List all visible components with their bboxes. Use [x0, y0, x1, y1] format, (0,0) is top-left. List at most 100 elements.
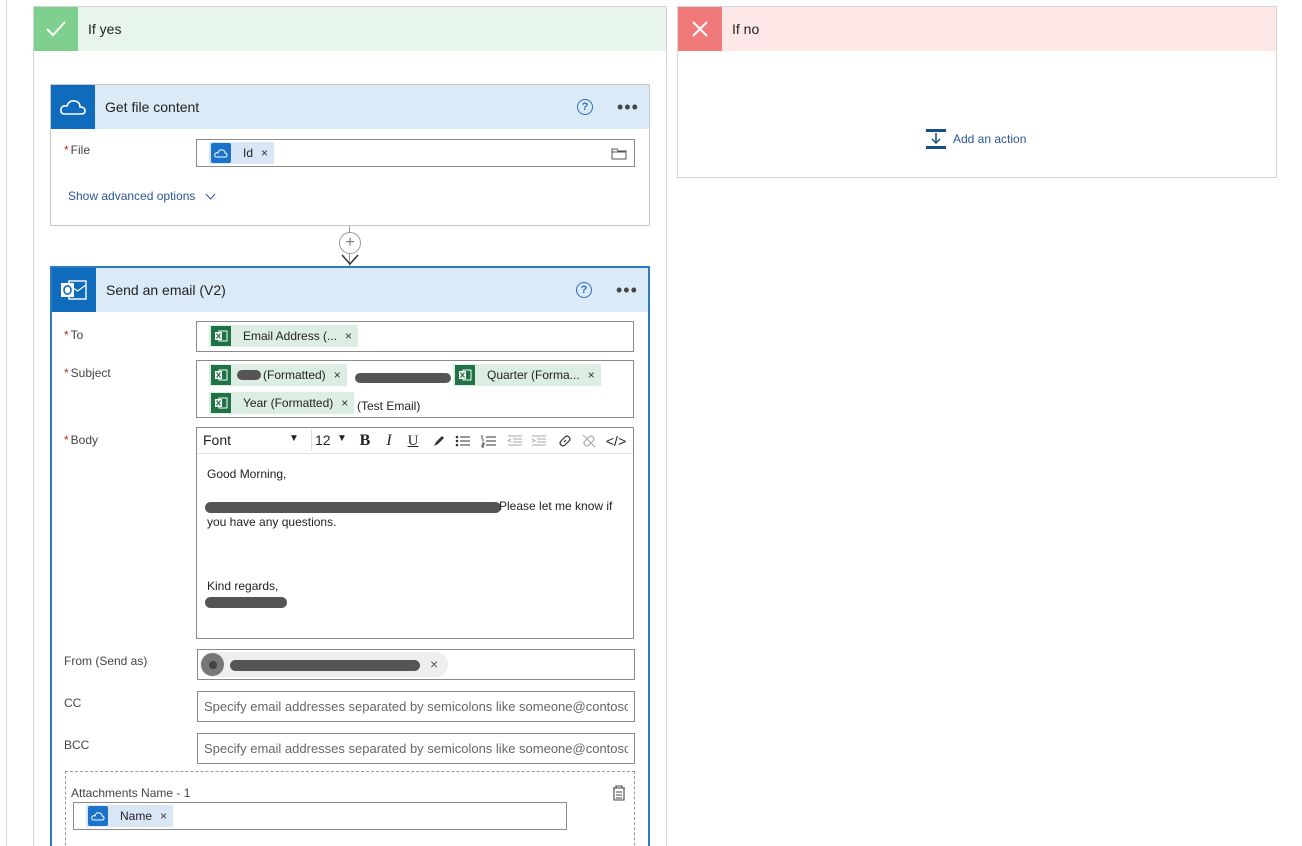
- redacted-text: [205, 502, 501, 513]
- increase-indent-icon[interactable]: [529, 430, 549, 452]
- get-file-content-card[interactable]: Get file content ? ••• * File Id × Show a…: [50, 84, 650, 226]
- avatar: [201, 653, 224, 676]
- bcc-label: BCC: [64, 738, 90, 752]
- bold-button[interactable]: B: [355, 430, 375, 452]
- onedrive-icon: [211, 143, 231, 163]
- link-icon[interactable]: [555, 430, 575, 452]
- subject-label: * Subject: [64, 366, 111, 380]
- excel-icon: [211, 326, 231, 346]
- token-label: (Formatted): [263, 368, 326, 382]
- get-file-content-header[interactable]: Get file content ? •••: [51, 85, 649, 129]
- font-size-select[interactable]: 12 ▼: [315, 432, 351, 448]
- excel-icon: [455, 365, 475, 385]
- italic-button[interactable]: I: [379, 430, 399, 452]
- remove-token-icon[interactable]: ×: [160, 809, 167, 823]
- outlook-icon: [52, 268, 96, 312]
- attachments-group: Attachments Name - 1 Name ×: [65, 771, 635, 846]
- from-label: From (Send as): [64, 654, 148, 668]
- body-greeting: Good Morning,: [207, 467, 287, 481]
- caret-down-icon: ▼: [289, 433, 299, 444]
- advanced-label: Show advanced options: [68, 189, 196, 203]
- if-yes-header[interactable]: If yes: [34, 7, 666, 51]
- token-label: Email Address (...: [243, 329, 338, 343]
- card-title: Send an email (V2): [106, 282, 226, 298]
- close-icon: [678, 7, 722, 51]
- send-email-card[interactable]: Send an email (V2) ? ••• * To Email Addre…: [50, 266, 650, 846]
- remove-token-icon[interactable]: ×: [261, 146, 268, 160]
- code-view-button[interactable]: </>: [603, 430, 629, 452]
- remove-persona-icon[interactable]: ×: [430, 656, 438, 672]
- remove-token-icon[interactable]: ×: [345, 329, 352, 343]
- cc-input[interactable]: Specify email addresses separated by sem…: [197, 691, 635, 722]
- numbered-list-icon[interactable]: [479, 430, 499, 452]
- more-icon[interactable]: •••: [617, 98, 639, 116]
- font-select-value: Font: [203, 432, 232, 448]
- add-action-icon: [926, 129, 946, 149]
- token-label: Year (Formatted): [243, 396, 334, 410]
- subject-field[interactable]: (Formatted) × Quarter (Forma... × Year (…: [196, 360, 634, 418]
- redacted-text: [355, 373, 451, 383]
- help-icon[interactable]: ?: [577, 99, 593, 115]
- show-advanced-options-link[interactable]: Show advanced options: [68, 189, 216, 203]
- rich-text-toolbar: Font ▼ 12 ▼ B I U </>: [197, 428, 633, 454]
- subject-token-1[interactable]: (Formatted) ×: [209, 364, 347, 386]
- redacted-signature: [205, 597, 287, 608]
- email-address-token[interactable]: Email Address (... ×: [209, 325, 359, 347]
- if-yes-title: If yes: [88, 21, 122, 37]
- file-label: * File: [64, 143, 91, 157]
- cc-placeholder: Specify email addresses separated by sem…: [204, 699, 628, 714]
- remove-token-icon[interactable]: ×: [341, 396, 348, 410]
- font-size-value: 12: [315, 432, 331, 448]
- more-icon[interactable]: •••: [616, 281, 638, 299]
- delete-item-icon[interactable]: [610, 784, 628, 805]
- body-label: * Body: [64, 433, 99, 447]
- excel-icon: [211, 365, 231, 385]
- remove-token-icon[interactable]: ×: [334, 368, 341, 382]
- decrease-indent-icon[interactable]: [505, 430, 525, 452]
- subject-token-3[interactable]: Year (Formatted) ×: [209, 392, 355, 414]
- file-id-token[interactable]: Id ×: [209, 142, 275, 164]
- excel-icon: [211, 393, 231, 413]
- caret-down-icon: ▼: [337, 433, 347, 444]
- from-persona-chip[interactable]: ×: [200, 652, 448, 677]
- remove-token-icon[interactable]: ×: [588, 368, 595, 382]
- onedrive-icon: [51, 85, 95, 129]
- to-label: * To: [64, 328, 84, 342]
- file-field[interactable]: Id ×: [196, 139, 635, 167]
- folder-icon[interactable]: [611, 147, 627, 163]
- if-no-title: If no: [732, 21, 760, 37]
- body-line-3: you have any questions.: [207, 515, 337, 529]
- font-select[interactable]: Font ▼: [203, 432, 303, 448]
- cc-label: CC: [64, 696, 82, 710]
- bullet-list-icon[interactable]: [453, 430, 473, 452]
- toolbar-divider: [311, 429, 312, 451]
- chevron-down-icon: [206, 193, 216, 200]
- bcc-input[interactable]: Specify email addresses separated by sem…: [197, 733, 635, 764]
- body-line-2-tail: Please let me know if: [499, 499, 613, 513]
- card-title: Get file content: [105, 99, 200, 115]
- attachments-name-label: Attachments Name - 1: [71, 786, 191, 800]
- send-email-header[interactable]: Send an email (V2) ? •••: [52, 268, 648, 312]
- attachments-name-field[interactable]: Name ×: [73, 802, 567, 830]
- to-field[interactable]: Email Address (... ×: [196, 321, 634, 352]
- unlink-icon[interactable]: [579, 430, 599, 452]
- if-no-header[interactable]: If no: [678, 7, 1276, 51]
- help-icon[interactable]: ?: [576, 282, 592, 298]
- highlight-pen-icon[interactable]: [429, 430, 449, 452]
- subject-suffix-text: (Test Email): [357, 399, 421, 413]
- token-label: Name: [120, 809, 153, 823]
- redacted-text: [230, 660, 420, 671]
- add-action-label: Add an action: [953, 132, 1027, 146]
- token-label: Id: [243, 146, 254, 160]
- body-editor[interactable]: Font ▼ 12 ▼ B I U </> Good Morning, Plea…: [196, 427, 634, 639]
- subject-token-2[interactable]: Quarter (Forma... ×: [453, 364, 601, 386]
- if-no-branch: If no Add an action: [677, 6, 1277, 178]
- attachment-name-token[interactable]: Name ×: [86, 805, 174, 827]
- add-action-button[interactable]: Add an action: [925, 128, 1026, 150]
- from-field[interactable]: ×: [197, 649, 635, 680]
- body-closing: Kind regards,: [207, 579, 279, 593]
- canvas-guide-line: [6, 0, 7, 846]
- bcc-placeholder: Specify email addresses separated by sem…: [204, 741, 628, 756]
- insert-step-plus-icon[interactable]: +: [339, 232, 361, 254]
- underline-button[interactable]: U: [403, 430, 423, 452]
